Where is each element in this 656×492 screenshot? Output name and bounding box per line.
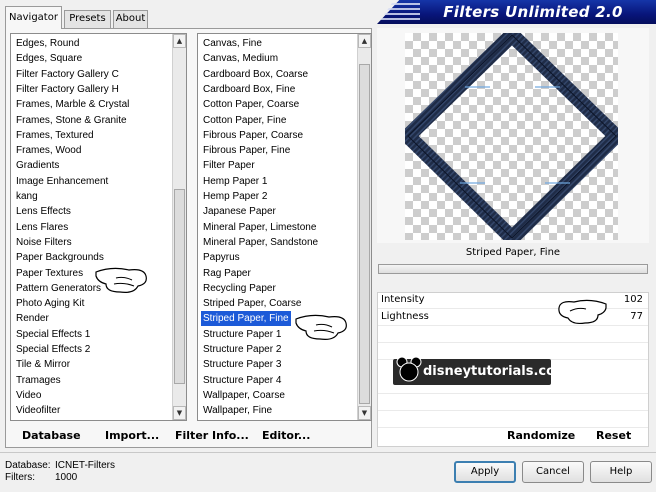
- list-item[interactable]: Tile & Mirror: [14, 357, 72, 372]
- list-item[interactable]: Paper Textures: [14, 266, 85, 281]
- param-empty-row: [378, 395, 648, 411]
- divider: [0, 452, 656, 453]
- param-label: Lightness: [381, 311, 429, 322]
- category-scrollbar[interactable]: ▲ ▼: [172, 34, 186, 420]
- list-item[interactable]: Recycling Paper: [201, 281, 278, 296]
- status-area: Database: ICNET-Filters Filters: 1000: [5, 460, 115, 484]
- list-item[interactable]: kang: [14, 189, 40, 204]
- pointer-glove-icon: [558, 299, 607, 325]
- category-list[interactable]: Edges, Round Edges, Square Filter Factory …: [10, 33, 187, 421]
- filter-list[interactable]: Canvas, Fine Canvas, Medium Cardboard Box,…: [197, 33, 372, 421]
- list-item[interactable]: Cotton Paper, Coarse: [201, 97, 301, 112]
- list-item[interactable]: Frames, Wood: [14, 143, 83, 158]
- list-item[interactable]: Noise Filters: [14, 235, 74, 250]
- list-item[interactable]: Pattern Generators: [14, 281, 103, 296]
- pointer-glove-icon: [295, 314, 347, 340]
- cancel-button[interactable]: Cancel: [522, 461, 584, 483]
- list-item[interactable]: Rag Paper: [201, 266, 253, 281]
- list-item[interactable]: Japanese Paper: [201, 204, 278, 219]
- list-item[interactable]: Cardboard Box, Fine: [201, 82, 297, 97]
- param-value[interactable]: 102: [624, 294, 643, 305]
- list-item[interactable]: Papyrus: [201, 250, 242, 265]
- list-item[interactable]: Cotton Paper, Fine: [201, 113, 288, 128]
- list-item[interactable]: Fibrous Paper, Fine: [201, 143, 292, 158]
- list-item[interactable]: Gradients: [14, 158, 61, 173]
- list-item[interactable]: Filter Paper: [201, 158, 257, 173]
- scroll-thumb[interactable]: [359, 64, 370, 404]
- scroll-down-icon[interactable]: ▼: [173, 406, 186, 420]
- filter-info-button[interactable]: Filter Info...: [175, 429, 249, 443]
- list-item[interactable]: Structure Paper 1: [201, 327, 283, 342]
- list-item[interactable]: Lens Effects: [14, 204, 73, 219]
- list-item[interactable]: Wallpaper, Fine: [201, 403, 274, 418]
- list-item[interactable]: Canvas, Fine: [201, 36, 264, 51]
- list-item[interactable]: Striped Paper, Fine: [201, 311, 291, 327]
- list-item[interactable]: Render: [14, 311, 51, 326]
- list-item[interactable]: Filter Factory Gallery C: [14, 67, 121, 82]
- apply-button[interactable]: Apply: [454, 461, 516, 483]
- scroll-up-icon[interactable]: ▲: [358, 34, 371, 48]
- list-item[interactable]: Special Effects 1: [14, 327, 92, 342]
- banner-title: Filters Unlimited 2.0: [443, 3, 623, 21]
- mickey-logo-icon: [396, 356, 422, 382]
- list-item[interactable]: Image Enhancement: [14, 174, 110, 189]
- list-item[interactable]: Photo Aging Kit: [14, 296, 86, 311]
- filters-value: 1000: [55, 472, 78, 483]
- filter-scrollbar[interactable]: ▲ ▼: [357, 34, 371, 420]
- tab-navigator[interactable]: Navigator: [5, 6, 62, 29]
- database-button[interactable]: Database: [22, 429, 81, 443]
- list-item[interactable]: Frames, Textured: [14, 128, 96, 143]
- list-item[interactable]: Frames, Marble & Crystal: [14, 97, 131, 112]
- list-item[interactable]: Special Effects 2: [14, 342, 92, 357]
- list-item[interactable]: Edges, Round: [14, 36, 81, 51]
- list-item[interactable]: Videofilter: [14, 403, 62, 418]
- list-item[interactable]: Structure Paper 2: [201, 342, 283, 357]
- scroll-down-icon[interactable]: ▼: [358, 406, 371, 420]
- list-item[interactable]: Mineral Paper, Limestone: [201, 220, 318, 235]
- pointer-glove-icon: [95, 267, 147, 293]
- editor-button[interactable]: Editor...: [262, 429, 310, 443]
- help-button[interactable]: Help: [590, 461, 652, 483]
- list-item[interactable]: Fibrous Paper, Coarse: [201, 128, 305, 143]
- list-item[interactable]: Frames, Stone & Granite: [14, 113, 129, 128]
- banner-stripes: [380, 3, 420, 21]
- list-item[interactable]: Paper Backgrounds: [14, 250, 106, 265]
- list-item[interactable]: Structure Paper 3: [201, 357, 283, 372]
- selected-filter-name: Striped Paper, Fine: [465, 247, 561, 258]
- list-item[interactable]: Lens Flares: [14, 220, 70, 235]
- list-item[interactable]: Hemp Paper 1: [201, 174, 269, 189]
- list-item[interactable]: Wallpaper, Coarse: [201, 388, 287, 403]
- tab-about[interactable]: About: [113, 10, 148, 28]
- database-label: Database:: [5, 460, 51, 471]
- list-item[interactable]: Edges, Square: [14, 51, 84, 66]
- progress-bar: [378, 264, 648, 274]
- filters-label: Filters:: [5, 472, 35, 483]
- tab-presets[interactable]: Presets: [64, 10, 111, 28]
- scroll-up-icon[interactable]: ▲: [173, 34, 186, 48]
- list-item[interactable]: Video: [14, 388, 43, 403]
- param-empty-row: [378, 412, 648, 428]
- database-value: ICNET-Filters: [55, 460, 115, 471]
- list-item[interactable]: Mineral Paper, Sandstone: [201, 235, 320, 250]
- param-value[interactable]: 77: [630, 311, 643, 322]
- list-item[interactable]: Hemp Paper 2: [201, 189, 269, 204]
- list-item[interactable]: Cardboard Box, Coarse: [201, 67, 310, 82]
- list-item[interactable]: Striped Paper, Coarse: [201, 296, 303, 311]
- reset-button[interactable]: Reset: [596, 429, 631, 443]
- param-empty-row: [378, 327, 648, 343]
- list-item[interactable]: Filter Factory Gallery H: [14, 82, 121, 97]
- randomize-button[interactable]: Randomize: [507, 429, 575, 443]
- param-label: Intensity: [381, 294, 425, 305]
- import-button[interactable]: Import...: [105, 429, 159, 443]
- preview-image: [405, 33, 618, 240]
- list-item[interactable]: Structure Paper 4: [201, 373, 283, 388]
- list-item[interactable]: Tramages: [14, 373, 63, 388]
- scroll-thumb[interactable]: [174, 189, 185, 384]
- list-item[interactable]: Canvas, Medium: [201, 51, 280, 66]
